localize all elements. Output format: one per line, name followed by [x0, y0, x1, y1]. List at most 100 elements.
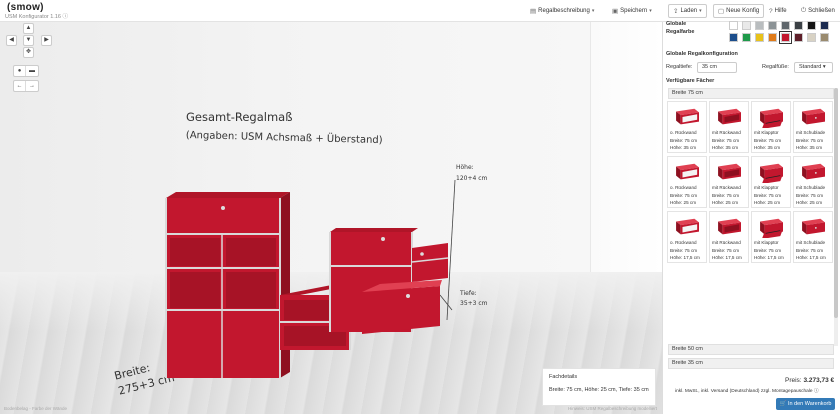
module-width: Breite: 75 cm: [754, 138, 782, 143]
caret-down-icon: ▾: [822, 64, 826, 70]
pan-up-button[interactable]: ▲: [23, 23, 34, 34]
status-right: Hinweis: USM Regalbeschreibung modellier…: [568, 406, 658, 411]
shelf-model[interactable]: [150, 150, 470, 380]
color-swatch[interactable]: [807, 21, 816, 30]
module-tile[interactable]: mit Klapptür Breite: 75 cm Höhe: 25 cm: [751, 156, 791, 208]
module-width: Breite: 75 cm: [670, 138, 698, 143]
module-thumbnail: [802, 163, 825, 180]
color-swatch[interactable]: [781, 21, 790, 30]
shelf-unit-left[interactable]: [165, 192, 290, 378]
fachdetails-box: Fachdetails Breite: 75 cm, Höhe: 25 cm, …: [542, 368, 656, 406]
module-thumbnail: [760, 218, 783, 238]
document-icon: ▤: [530, 8, 537, 15]
color-swatch[interactable]: [729, 21, 738, 30]
module-name: o. Rückwand: [670, 240, 697, 245]
caret-down-icon: ▾: [591, 8, 595, 14]
color-swatch[interactable]: [729, 33, 738, 42]
module-tile[interactable]: mit Schublade Breite: 75 cm Höhe: 25 cm: [793, 156, 833, 208]
module-height: Höhe: 17,5 cm: [712, 255, 742, 260]
module-tile[interactable]: o. Rückwand Breite: 75 cm Höhe: 17,5 cm: [667, 211, 707, 263]
description-menu[interactable]: ▤ Regalbeschreibung ▾: [526, 4, 598, 18]
module-name: o. Rückwand: [670, 185, 697, 190]
available-title: Verfügbare Fächer: [666, 78, 715, 84]
redo-icon[interactable]: →: [26, 81, 38, 91]
module-thumbnail: [802, 218, 825, 235]
color-swatch[interactable]: [742, 33, 751, 42]
pan-down-button[interactable]: ▼: [23, 35, 34, 46]
module-name: mit Rückwand: [712, 130, 741, 135]
module-name: mit Rückwand: [712, 185, 741, 190]
module-width: Breite: 75 cm: [712, 248, 740, 253]
color-swatch[interactable]: [807, 33, 816, 42]
undo-icon[interactable]: ←: [14, 81, 26, 91]
module-width: Breite: 75 cm: [670, 248, 698, 253]
global-color-label: Globale: [666, 21, 687, 27]
upload-icon: ⇪: [673, 8, 679, 15]
color-swatch[interactable]: [742, 21, 751, 30]
info-icon[interactable]: ⓘ: [62, 14, 68, 20]
pan-left-button[interactable]: ◀: [6, 35, 17, 46]
global-config-title: Globale Regalkonfiguration: [666, 51, 738, 57]
shelf-unit-right[interactable]: [329, 228, 449, 334]
module-tile[interactable]: mit Schublade Breite: 75 cm Höhe: 35 cm: [793, 101, 833, 153]
save-menu[interactable]: ▣ Speichern ▾: [608, 4, 656, 18]
module-height: Höhe: 35 cm: [670, 145, 697, 150]
module-tile[interactable]: mit Rückwand Breite: 75 cm Höhe: 17,5 cm: [709, 211, 749, 263]
module-tile[interactable]: mit Klapptür Breite: 75 cm Höhe: 35 cm: [751, 101, 791, 153]
color-swatch[interactable]: [794, 21, 803, 30]
color-swatch[interactable]: [768, 21, 777, 30]
module-name: o. Rückwand: [670, 130, 697, 135]
side-wall: [590, 22, 662, 302]
module-height: Höhe: 25 cm: [670, 200, 697, 205]
folder-icon[interactable]: ▬: [26, 66, 38, 76]
version-label: USM Konfigurator 1.16 ⓘ: [5, 14, 68, 20]
new-config-button[interactable]: ▢ Neue Konfig: [713, 4, 765, 18]
dimension-title: Gesamt-Regalmaß: [186, 110, 293, 124]
fachdetails-title: Fachdetails: [549, 374, 578, 380]
color-swatch[interactable]: [779, 31, 792, 44]
history-tools: ← →: [13, 80, 39, 92]
center-view-button[interactable]: ✥: [23, 47, 34, 58]
feet-select[interactable]: Standard ▾: [794, 62, 833, 73]
camera-icon[interactable]: ●: [14, 66, 26, 76]
help-button[interactable]: ? Hilfe: [765, 4, 791, 18]
fachdetails-text: Breite: 75 cm, Höhe: 25 cm, Tiefe: 35 cm: [549, 387, 649, 393]
pan-right-button[interactable]: ▶: [41, 35, 52, 46]
module-height: Höhe: 35 cm: [796, 145, 823, 150]
module-height: Höhe: 17,5 cm: [796, 255, 826, 260]
power-icon: ⏻: [801, 7, 807, 14]
file-icon: ▢: [718, 8, 725, 15]
load-menu[interactable]: ⇪ Laden ▾: [668, 4, 707, 18]
module-tile[interactable]: mit Rückwand Breite: 75 cm Höhe: 25 cm: [709, 156, 749, 208]
module-thumbnail: [676, 108, 699, 125]
depth-select[interactable]: 35 cm: [697, 62, 737, 73]
caret-down-icon: ▾: [699, 8, 702, 14]
color-swatch[interactable]: [755, 21, 764, 30]
status-left: Bodenbelag - Farbe der Wände: [4, 406, 68, 411]
module-tile[interactable]: mit Rückwand Breite: 75 cm Höhe: 35 cm: [709, 101, 749, 153]
module-width: Breite: 75 cm: [712, 138, 740, 143]
color-swatch[interactable]: [820, 21, 829, 30]
color-swatch[interactable]: [794, 33, 803, 42]
color-swatch[interactable]: [820, 33, 829, 42]
color-swatch[interactable]: [755, 33, 764, 42]
module-tile[interactable]: mit Klapptür Breite: 75 cm Höhe: 17,5 cm: [751, 211, 791, 263]
close-button[interactable]: ⏻ Schließen: [797, 4, 839, 18]
module-thumbnail: [676, 218, 699, 235]
module-tile[interactable]: mit Schublade Breite: 75 cm Höhe: 17,5 cm: [793, 211, 833, 263]
module-height: Höhe: 17,5 cm: [754, 255, 784, 260]
add-to-cart-button[interactable]: 🛒 In den Warenkorb: [776, 398, 835, 410]
color-swatch[interactable]: [768, 33, 777, 42]
module-name: mit Schublade: [796, 240, 826, 245]
caret-down-icon: ▾: [649, 8, 652, 14]
info-icon[interactable]: ⓘ: [814, 389, 819, 394]
section-width-35[interactable]: Breite 35 cm: [668, 358, 834, 369]
panel-scrollbar-thumb[interactable]: [834, 88, 838, 318]
module-height: Höhe: 25 cm: [712, 200, 739, 205]
module-thumbnail: [718, 163, 741, 180]
module-tile[interactable]: o. Rückwand Breite: 75 cm Höhe: 25 cm: [667, 156, 707, 208]
price-note: inkl. MwSt., inkl. Versand (Deutschland)…: [675, 389, 819, 394]
section-width-75[interactable]: Breite 75 cm: [668, 88, 834, 99]
module-tile[interactable]: o. Rückwand Breite: 75 cm Höhe: 35 cm: [667, 101, 707, 153]
section-width-50[interactable]: Breite 50 cm: [668, 344, 834, 355]
